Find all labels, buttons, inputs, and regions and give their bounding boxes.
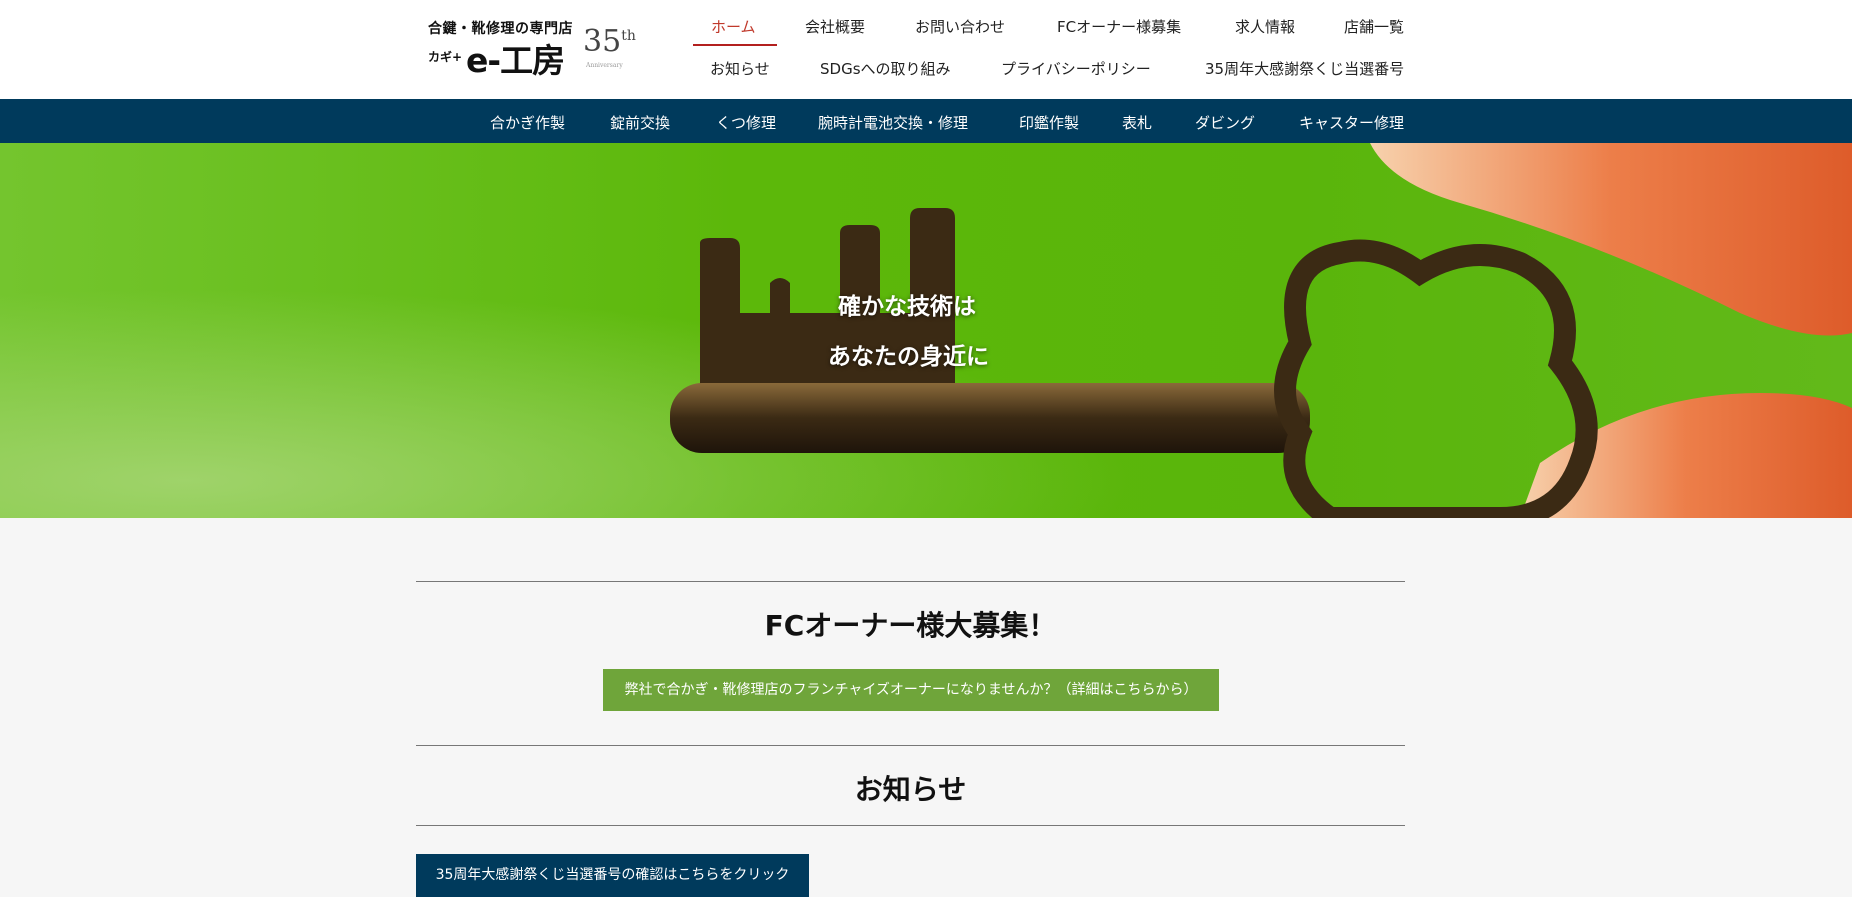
- service-shoe-repair[interactable]: くつ修理: [716, 112, 776, 133]
- hero-key-illustration: [670, 143, 1852, 518]
- news-section-title: お知らせ: [854, 773, 967, 806]
- fc-section-title: FCオーナー様大募集！: [764, 609, 1057, 642]
- nav-fc-owner[interactable]: FCオーナー様募集: [1057, 16, 1181, 37]
- nav-lottery[interactable]: 35周年大感謝祭くじ当選番号: [1205, 58, 1404, 79]
- nav-contact[interactable]: お問い合わせ: [915, 16, 1005, 37]
- section-divider-news-top: [416, 745, 1405, 746]
- lottery-check-button[interactable]: 35周年大感謝祭くじ当選番号の確認はこちらをクリック: [416, 854, 809, 897]
- nav-home[interactable]: ホーム: [711, 16, 756, 37]
- service-nameplate[interactable]: 表札: [1122, 112, 1152, 133]
- section-divider-top: [416, 581, 1405, 582]
- nav-active-indicator: [693, 44, 777, 46]
- nav-news[interactable]: お知らせ: [710, 58, 770, 79]
- service-seal-making[interactable]: 印鑑作製: [1019, 112, 1079, 133]
- nav-sdgs[interactable]: SDGsへの取り組み: [820, 58, 951, 79]
- hero-headline-line1: 確かな技術は: [838, 293, 976, 320]
- nav-privacy[interactable]: プライバシーポリシー: [1001, 58, 1151, 79]
- section-divider-news-bottom: [416, 825, 1405, 826]
- top-navigation: ホーム 会社概要 お問い合わせ FCオーナー様募集 求人情報 店舗一覧 お知らせ…: [0, 0, 1852, 99]
- hero-banner: 確かな技術は あなたの身近に: [0, 143, 1852, 518]
- site-header: 合鍵・靴修理の専門店 カギ+ e-工房 35th Anniversary ホーム…: [0, 0, 1852, 99]
- nav-stores[interactable]: 店舗一覧: [1344, 16, 1404, 37]
- service-duplicate-key[interactable]: 合かぎ作製: [490, 112, 565, 133]
- service-navigation: 合かぎ作製 錠前交換 くつ修理 腕時計電池交換・修理 印鑑作製 表札 ダビング …: [0, 99, 1852, 143]
- service-caster-repair[interactable]: キャスター修理: [1299, 112, 1404, 133]
- hero-headline-line2: あなたの身近に: [828, 343, 989, 370]
- service-lock-replacement[interactable]: 錠前交換: [610, 112, 670, 133]
- nav-company[interactable]: 会社概要: [805, 16, 865, 37]
- fc-owner-button[interactable]: 弊社で合かぎ・靴修理店のフランチャイズオーナーになりませんか？（詳細はこちらから…: [603, 669, 1219, 711]
- service-watch-battery[interactable]: 腕時計電池交換・修理: [818, 112, 968, 133]
- nav-recruit[interactable]: 求人情報: [1235, 16, 1295, 37]
- service-dubbing[interactable]: ダビング: [1195, 112, 1255, 133]
